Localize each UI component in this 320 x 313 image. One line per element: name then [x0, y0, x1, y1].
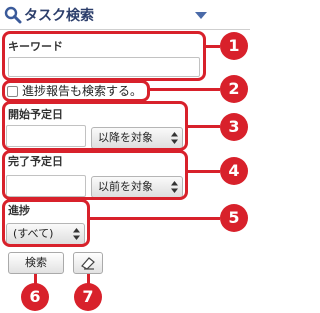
callout-frame-3 [2, 101, 188, 151]
callout-badge-7: 7 [74, 283, 102, 311]
callout-badge-2: 2 [220, 75, 248, 103]
callout-frame-1 [2, 31, 206, 81]
callout-line-1 [206, 45, 220, 48]
callout-line-2 [150, 88, 220, 91]
search-icon [4, 6, 22, 24]
callout-badge-6: 6 [21, 283, 49, 311]
callout-line-3 [188, 125, 220, 128]
callout-frame-4 [2, 150, 188, 200]
clear-button[interactable] [73, 252, 103, 274]
callout-badge-4: 4 [220, 157, 248, 185]
callout-badge-5: 5 [220, 204, 248, 232]
callout-badge-3: 3 [220, 113, 248, 141]
callout-frame-5 [2, 199, 90, 247]
eraser-icon [81, 257, 95, 270]
panel-header: タスク検索 [0, 0, 250, 30]
callout-line-5 [90, 217, 220, 220]
search-button[interactable]: 検索 [8, 252, 64, 274]
callout-badge-1: 1 [220, 32, 248, 60]
callout-frame-2 [2, 80, 150, 102]
collapse-arrow-icon[interactable] [195, 12, 207, 20]
callout-line-4 [188, 170, 220, 173]
panel-title: タスク検索 [24, 8, 94, 24]
